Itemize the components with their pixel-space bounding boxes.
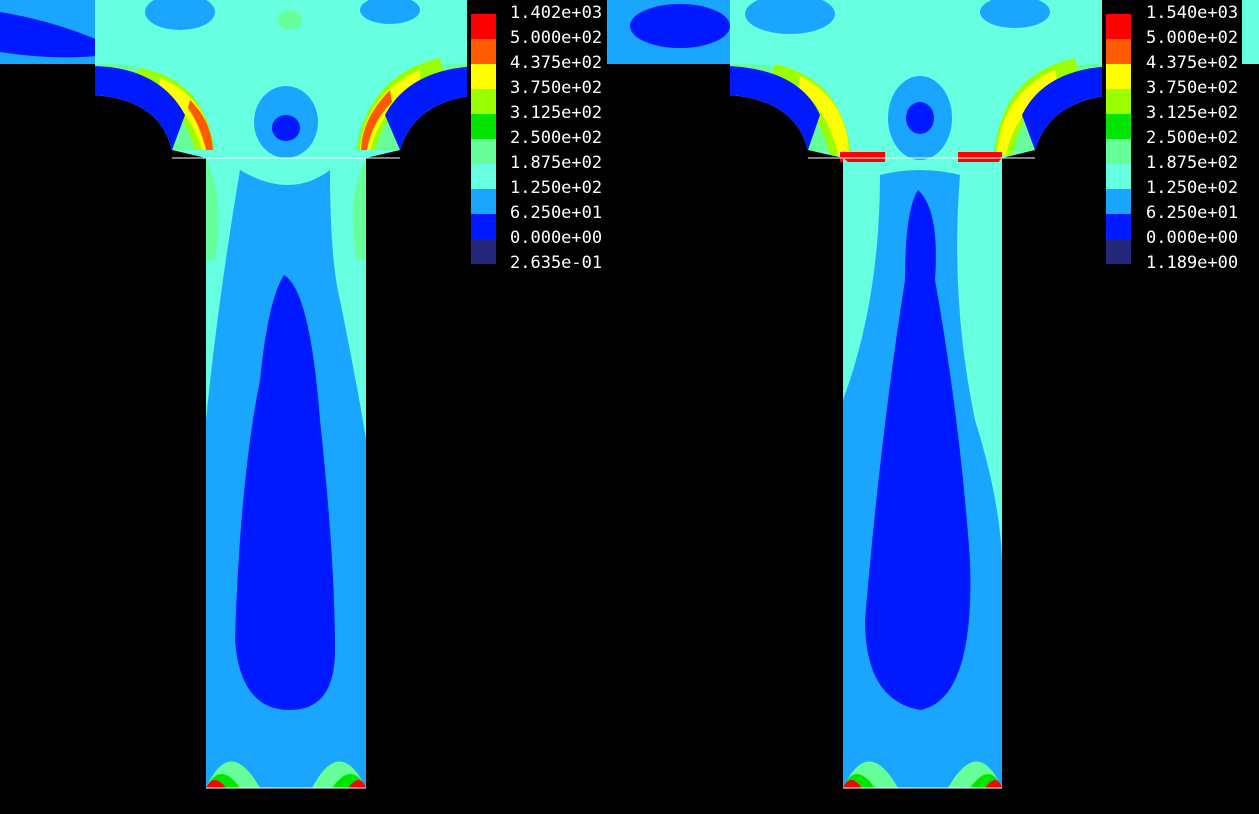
legend-label: 1.402e+03 <box>510 3 602 23</box>
legend-label: 2.500e+02 <box>1146 128 1238 148</box>
legend-swatch <box>1106 39 1131 64</box>
legend-label: 1.875e+02 <box>510 153 602 173</box>
legend-swatch <box>1106 114 1131 139</box>
left-color-legend: 1.402e+03 5.000e+02 4.375e+02 3.750e+02 3.12… <box>467 0 607 273</box>
legend-swatch <box>471 214 496 239</box>
legend-label: 6.250e+01 <box>1146 203 1238 223</box>
left-spot-c <box>278 10 302 30</box>
legend-swatch <box>1106 214 1131 239</box>
legend-swatch <box>471 139 496 164</box>
legend-label: 3.750e+02 <box>1146 78 1238 98</box>
legend-swatch <box>1106 164 1131 189</box>
legend-label: 1.250e+02 <box>510 178 602 198</box>
legend-label: 1.250e+02 <box>1146 178 1238 198</box>
legend-label: 1.540e+03 <box>1146 3 1238 23</box>
legend-swatch <box>471 239 496 264</box>
legend-label: 5.000e+02 <box>1146 28 1238 48</box>
legend-swatch <box>1106 139 1131 164</box>
left-flange-right-spot <box>630 4 730 48</box>
legend-label: 3.125e+02 <box>510 103 602 123</box>
legend-swatch <box>1106 89 1131 114</box>
right-interface-red-right <box>958 152 1002 162</box>
legend-swatch <box>471 39 496 64</box>
legend-label: 1.189e+00 <box>1146 253 1238 273</box>
legend-swatch <box>1106 189 1131 214</box>
legend-label: 3.125e+02 <box>1146 103 1238 123</box>
legend-label: 2.635e-01 <box>510 253 602 273</box>
legend-label: 5.000e+02 <box>510 28 602 48</box>
legend-swatch <box>471 89 496 114</box>
legend-swatch <box>471 114 496 139</box>
legend-label: 4.375e+02 <box>510 53 602 73</box>
legend-label: 3.750e+02 <box>510 78 602 98</box>
legend-swatch <box>471 14 496 39</box>
legend-label: 2.500e+02 <box>510 128 602 148</box>
fea-contour-view: 1.402e+03 5.000e+02 4.375e+02 3.750e+02 3.12… <box>0 0 1259 814</box>
legend-swatch <box>1106 64 1131 89</box>
legend-label: 1.875e+02 <box>1146 153 1238 173</box>
legend-swatch <box>1106 239 1131 264</box>
legend-swatch <box>471 64 496 89</box>
legend-label: 6.250e+01 <box>510 203 602 223</box>
right-color-legend: 1.540e+03 5.000e+02 4.375e+02 3.750e+02 3.12… <box>1102 0 1242 273</box>
right-interface-red-left <box>840 152 885 162</box>
legend-label: 0.000e+00 <box>1146 228 1238 248</box>
legend-swatch <box>471 189 496 214</box>
right-spot-c <box>900 26 940 54</box>
legend-label: 0.000e+00 <box>510 228 602 248</box>
legend-label: 4.375e+02 <box>1146 53 1238 73</box>
legend-swatch <box>1106 14 1131 39</box>
legend-swatch <box>471 164 496 189</box>
right-center-spot-inner <box>906 102 934 134</box>
left-center-spot-inner <box>272 115 300 141</box>
